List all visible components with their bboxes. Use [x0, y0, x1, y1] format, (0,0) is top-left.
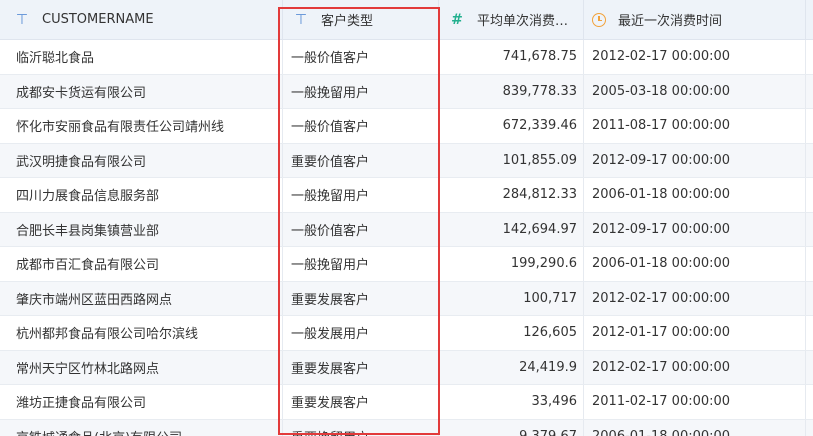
- cell-filler: [806, 109, 813, 143]
- cell-avg-spend[interactable]: 33,496: [439, 385, 584, 419]
- cell-avg-spend[interactable]: 101,855.09: [439, 143, 584, 177]
- text-type-icon: ⊤: [15, 11, 29, 28]
- cell-customer-type[interactable]: 一般价值客户: [283, 40, 439, 74]
- cell-customer-type[interactable]: 重要发展客户: [283, 350, 439, 384]
- cell-customer-type[interactable]: 重要价值客户: [283, 143, 439, 177]
- cell-customer-name[interactable]: 合肥长丰县岗集镇营业部: [0, 212, 283, 246]
- data-grid: ⊤ CUSTOMERNAME ⊤ 客户类型 # 平均单次消费… 最近一次消费时间…: [0, 0, 813, 436]
- cell-customer-type[interactable]: 一般挽留用户: [283, 178, 439, 212]
- column-header-label: 最近一次消费时间: [618, 14, 723, 29]
- cell-last-purchase[interactable]: 2005-03-18 00:00:00: [584, 74, 806, 108]
- table-row[interactable]: 临沂聪北食品 一般价值客户 741,678.75 2012-02-17 00:00:0…: [0, 40, 813, 75]
- cell-avg-spend[interactable]: 100,717: [439, 281, 584, 315]
- column-header-filler: [806, 0, 813, 39]
- cell-filler: [806, 40, 813, 74]
- cell-customer-name[interactable]: 成都安卡货运有限公司: [0, 74, 283, 108]
- cell-filler: [806, 178, 813, 212]
- column-header-customername[interactable]: ⊤ CUSTOMERNAME: [0, 0, 283, 39]
- column-header-label: 客户类型: [321, 14, 374, 29]
- cell-customer-type[interactable]: 重要挽留用户: [283, 419, 439, 436]
- cell-last-purchase[interactable]: 2012-09-17 00:00:00: [584, 212, 806, 246]
- cell-last-purchase[interactable]: 2012-02-17 00:00:00: [584, 350, 806, 384]
- cell-customer-type[interactable]: 一般挽留用户: [283, 74, 439, 108]
- cell-customer-name[interactable]: 武汉明捷食品有限公司: [0, 143, 283, 177]
- cell-avg-spend[interactable]: 284,812.33: [439, 178, 584, 212]
- table-row[interactable]: 四川力展食品信息服务部 一般挽留用户 284,812.33 2006-01-18 00…: [0, 178, 813, 213]
- cell-customer-type[interactable]: 一般价值客户: [283, 212, 439, 246]
- cell-avg-spend[interactable]: 839,778.33: [439, 74, 584, 108]
- column-header-last-purchase[interactable]: 最近一次消费时间: [584, 0, 806, 39]
- cell-customer-name[interactable]: 怀化市安丽食品有限责任公司靖州线: [0, 109, 283, 143]
- cell-filler: [806, 316, 813, 350]
- cell-customer-name[interactable]: 四川力展食品信息服务部: [0, 178, 283, 212]
- cell-customer-name[interactable]: 肇庆市端州区蓝田西路网点: [0, 281, 283, 315]
- cell-filler: [806, 144, 813, 178]
- cell-last-purchase[interactable]: 2006-01-18 00:00:00: [584, 247, 806, 281]
- cell-last-purchase[interactable]: 2006-01-18 00:00:00: [584, 419, 806, 436]
- cell-customer-name[interactable]: 临沂聪北食品: [0, 40, 283, 74]
- cell-last-purchase[interactable]: 2012-02-17 00:00:00: [584, 281, 806, 315]
- cell-avg-spend[interactable]: 741,678.75: [439, 40, 584, 74]
- cell-last-purchase[interactable]: 2006-01-18 00:00:00: [584, 178, 806, 212]
- cell-last-purchase[interactable]: 2012-09-17 00:00:00: [584, 143, 806, 177]
- cell-filler: [806, 213, 813, 247]
- cell-customer-name[interactable]: 京铁城通食品(北京)有限公司: [0, 419, 283, 436]
- cell-avg-spend[interactable]: 672,339.46: [439, 109, 584, 143]
- table-row[interactable]: 成都安卡货运有限公司 一般挽留用户 839,778.33 2005-03-18 00:…: [0, 74, 813, 109]
- table-header: ⊤ CUSTOMERNAME ⊤ 客户类型 # 平均单次消费… 最近一次消费时间: [0, 0, 813, 40]
- cell-last-purchase[interactable]: 2011-02-17 00:00:00: [584, 385, 806, 419]
- cell-customer-type[interactable]: 一般价值客户: [283, 109, 439, 143]
- cell-avg-spend[interactable]: 199,290.6: [439, 247, 584, 281]
- table-row[interactable]: 武汉明捷食品有限公司 重要价值客户 101,855.09 2012-09-17 00:…: [0, 143, 813, 178]
- column-header-label: 平均单次消费…: [477, 14, 569, 29]
- table-row[interactable]: 潍坊正捷食品有限公司 重要发展客户 33,496 2011-02-17 00:00:0…: [0, 385, 813, 420]
- column-header-label: CUSTOMERNAME: [42, 12, 154, 27]
- table-row[interactable]: 杭州都邦食品有限公司哈尔滨线 一般发展用户 126,605 2012-01-17 00…: [0, 316, 813, 351]
- cell-customer-name[interactable]: 潍坊正捷食品有限公司: [0, 385, 283, 419]
- cell-last-purchase[interactable]: 2012-01-17 00:00:00: [584, 316, 806, 350]
- table-body: 临沂聪北食品 一般价值客户 741,678.75 2012-02-17 00:00:0…: [0, 40, 813, 436]
- clock-icon: [592, 12, 606, 27]
- cell-avg-spend[interactable]: 24,419.9: [439, 350, 584, 384]
- cell-customer-name[interactable]: 成都市百汇食品有限公司: [0, 247, 283, 281]
- table-row[interactable]: 成都市百汇食品有限公司 一般挽留用户 199,290.6 2006-01-18 00:…: [0, 247, 813, 282]
- cell-filler: [806, 247, 813, 281]
- cell-avg-spend[interactable]: 9,379.67: [439, 419, 584, 436]
- cell-customer-name[interactable]: 杭州都邦食品有限公司哈尔滨线: [0, 316, 283, 350]
- cell-customer-type[interactable]: 一般挽留用户: [283, 247, 439, 281]
- cell-customer-type[interactable]: 一般发展用户: [283, 316, 439, 350]
- table-row[interactable]: 合肥长丰县岗集镇营业部 一般价值客户 142,694.97 2012-09-17 00…: [0, 212, 813, 247]
- cell-avg-spend[interactable]: 126,605: [439, 316, 584, 350]
- text-type-icon: ⊤: [294, 11, 308, 28]
- column-header-avg-spend[interactable]: # 平均单次消费…: [439, 0, 584, 39]
- table-row[interactable]: 京铁城通食品(北京)有限公司重要挽留用户9,379.672006-01-18 0…: [0, 419, 813, 436]
- table-row[interactable]: 常州天宁区竹林北路网点 重要发展客户 24,419.9 2012-02-17 00:0…: [0, 350, 813, 385]
- number-type-icon: #: [451, 11, 463, 28]
- cell-filler: [806, 282, 813, 316]
- cell-last-purchase[interactable]: 2012-02-17 00:00:00: [584, 40, 806, 74]
- table-row[interactable]: 肇庆市端州区蓝田西路网点 重要发展客户 100,717 2012-02-17 00:0…: [0, 281, 813, 316]
- column-header-customer-type[interactable]: ⊤ 客户类型: [283, 0, 439, 39]
- table-row[interactable]: 怀化市安丽食品有限责任公司靖州线 一般价值客户 672,339.46 2011-08-…: [0, 109, 813, 144]
- cell-filler: [806, 385, 813, 419]
- cell-customer-type[interactable]: 重要发展客户: [283, 385, 439, 419]
- cell-filler: [806, 75, 813, 109]
- cell-avg-spend[interactable]: 142,694.97: [439, 212, 584, 246]
- cell-customer-name[interactable]: 常州天宁区竹林北路网点: [0, 350, 283, 384]
- cell-filler: [806, 420, 813, 436]
- cell-filler: [806, 351, 813, 385]
- cell-customer-type[interactable]: 重要发展客户: [283, 281, 439, 315]
- cell-last-purchase[interactable]: 2011-08-17 00:00:00: [584, 109, 806, 143]
